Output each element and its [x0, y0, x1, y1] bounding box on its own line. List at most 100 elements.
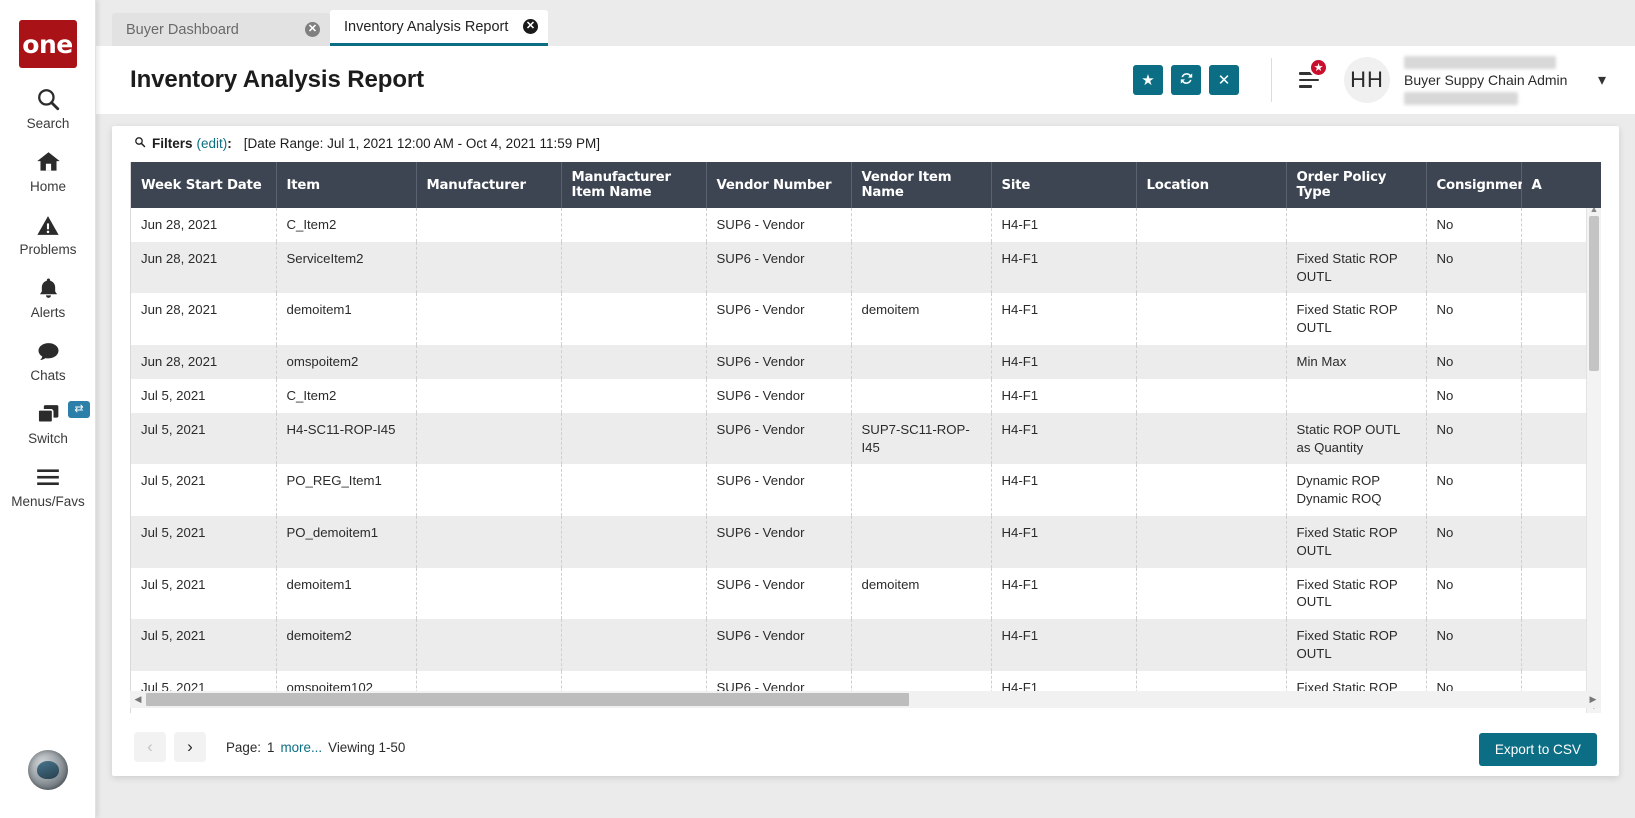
sidebar-item-label: Problems: [19, 242, 76, 257]
sidebar-item-alerts[interactable]: Alerts: [0, 274, 96, 320]
table-cell: omspoitem102: [276, 671, 416, 691]
table-cell: [851, 379, 991, 413]
table-cell: [1136, 619, 1286, 671]
table-row[interactable]: Jul 5, 2021H4-SC11-ROP-I45SUP6 - VendorS…: [131, 413, 1601, 465]
next-page-button[interactable]: ›: [174, 732, 206, 762]
table-row[interactable]: Jul 5, 2021C_Item2SUP6 - VendorH4-F1No: [131, 379, 1601, 413]
table-cell: [561, 242, 706, 294]
scroll-right-icon[interactable]: ▶: [1585, 694, 1601, 705]
sidebar-item-search[interactable]: Search: [0, 85, 96, 131]
favorite-button[interactable]: ★: [1133, 65, 1163, 95]
table-cell: Fixed Static ROP OUTL: [1286, 568, 1426, 620]
column-header-vendor-item-name[interactable]: Vendor Item Name: [851, 162, 991, 208]
table-cell: SUP6 - Vendor: [706, 619, 851, 671]
table-cell: [561, 464, 706, 516]
user-info-block: Buyer Suppy Chain Admin: [1404, 54, 1579, 106]
table-row[interactable]: Jun 28, 2021ServiceItem2SUP6 - VendorH4-…: [131, 242, 1601, 294]
close-icon[interactable]: ✕: [523, 19, 538, 34]
filters-edit-link[interactable]: (edit): [197, 136, 228, 151]
previous-page-button[interactable]: ‹: [134, 732, 166, 762]
table-row[interactable]: Jul 5, 2021demoitem1SUP6 - Vendordemoite…: [131, 568, 1601, 620]
table-cell: SUP6 - Vendor: [706, 464, 851, 516]
table-row[interactable]: Jul 5, 2021omspoitem102SUP6 - VendorH4-F…: [131, 671, 1601, 691]
table-cell: demoitem: [851, 568, 991, 620]
tab-inventory-analysis-report[interactable]: Inventory Analysis Report ✕: [330, 10, 548, 46]
table-cell: PO_demoitem1: [276, 516, 416, 568]
table-cell: [561, 516, 706, 568]
filters-bar: Filters (edit) : [Date Range: Jul 1, 202…: [112, 126, 1619, 160]
table-cell: Jun 28, 2021: [131, 208, 276, 242]
table-cell: [1136, 345, 1286, 379]
table-cell: [561, 293, 706, 345]
column-header-order-policy-type[interactable]: Order Policy Type: [1286, 162, 1426, 208]
avatar[interactable]: [28, 750, 68, 790]
grid-vertical-scrollbar[interactable]: ▲ ▼: [1586, 202, 1601, 713]
scroll-left-icon[interactable]: ◀: [130, 694, 146, 705]
sidebar-item-switch[interactable]: ⇄ Switch: [0, 400, 96, 446]
table-row[interactable]: Jun 28, 2021demoitem1SUP6 - Vendordemoit…: [131, 293, 1601, 345]
table-cell: No: [1426, 345, 1521, 379]
table-cell: Fixed Static ROP OUTL: [1286, 619, 1426, 671]
table-cell: demoitem: [851, 293, 991, 345]
sidebar-item-menus-favs[interactable]: Menus/Favs: [0, 463, 96, 509]
export-to-csv-button[interactable]: Export to CSV: [1479, 733, 1597, 766]
table-cell: SUP6 - Vendor: [706, 671, 851, 691]
table-row[interactable]: Jun 28, 2021C_Item2SUP6 - VendorH4-F1No: [131, 208, 1601, 242]
table-cell: [416, 671, 561, 691]
table-cell: H4-F1: [991, 345, 1136, 379]
table-cell: [1136, 464, 1286, 516]
notifications-menu-button[interactable]: ★: [1292, 64, 1326, 96]
more-pages-link[interactable]: more...: [280, 740, 322, 755]
column-header-site[interactable]: Site: [991, 162, 1136, 208]
column-header-item[interactable]: Item: [276, 162, 416, 208]
page-title: Inventory Analysis Report: [130, 66, 1125, 94]
table-cell: [416, 379, 561, 413]
refresh-button[interactable]: [1171, 65, 1201, 95]
tab-buyer-dashboard[interactable]: Buyer Dashboard ✕: [112, 13, 330, 46]
table-cell: SUP6 - Vendor: [706, 208, 851, 242]
table-row[interactable]: Jul 5, 2021PO_REG_Item1SUP6 - VendorH4-F…: [131, 464, 1601, 516]
table-cell: SUP6 - Vendor: [706, 568, 851, 620]
column-header-consignment[interactable]: Consignment: [1426, 162, 1521, 208]
table-row[interactable]: Jun 28, 2021omspoitem2SUP6 - VendorH4-F1…: [131, 345, 1601, 379]
table-cell: Fixed Static ROP OUTL: [1286, 293, 1426, 345]
column-header-truncated[interactable]: A: [1521, 162, 1601, 208]
sidebar-item-chats[interactable]: Chats: [0, 337, 96, 383]
swap-arrows-icon[interactable]: ⇄: [68, 401, 90, 418]
table-cell: [561, 671, 706, 691]
close-icon[interactable]: ✕: [305, 22, 320, 37]
vertical-scroll-thumb[interactable]: [1589, 216, 1599, 371]
page-number[interactable]: 1: [267, 740, 274, 755]
horizontal-scroll-thumb[interactable]: [146, 693, 909, 706]
user-avatar[interactable]: HH: [1344, 57, 1390, 103]
data-grid-scroll-area[interactable]: Week Start Date Item Manufacturer Manufa…: [131, 162, 1601, 691]
table-row[interactable]: Jul 5, 2021PO_demoitem1SUP6 - VendorH4-F…: [131, 516, 1601, 568]
chevron-down-icon[interactable]: ▾: [1583, 57, 1621, 103]
brand-logo[interactable]: one: [19, 20, 77, 68]
table-row[interactable]: Jul 5, 2021demoitem2SUP6 - VendorH4-F1Fi…: [131, 619, 1601, 671]
table-cell: [1136, 413, 1286, 465]
table-cell: [851, 671, 991, 691]
search-icon: [134, 136, 146, 151]
table-cell: PO_REG_Item1: [276, 464, 416, 516]
horizontal-scroll-track[interactable]: [146, 692, 1585, 707]
tab-bar: Buyer Dashboard ✕ Inventory Analysis Rep…: [96, 0, 1635, 46]
column-header-manufacturer-item-name[interactable]: Manufacturer Item Name: [561, 162, 706, 208]
close-button[interactable]: ✕: [1209, 65, 1239, 95]
table-cell: demoitem1: [276, 568, 416, 620]
table-cell: [1136, 379, 1286, 413]
pagination-info: Page: 1 more... Viewing 1-50: [226, 740, 405, 755]
column-header-manufacturer[interactable]: Manufacturer: [416, 162, 561, 208]
sidebar-item-problems[interactable]: Problems: [0, 211, 96, 257]
column-header-location[interactable]: Location: [1136, 162, 1286, 208]
refresh-icon: [1179, 71, 1194, 90]
table-cell: Jun 28, 2021: [131, 293, 276, 345]
chat-icon: [35, 337, 62, 365]
column-header-week-start-date[interactable]: Week Start Date: [131, 162, 276, 208]
table-cell: [1286, 208, 1426, 242]
sidebar-item-home[interactable]: Home: [0, 148, 96, 194]
column-header-vendor-number[interactable]: Vendor Number: [706, 162, 851, 208]
grid-horizontal-scrollbar[interactable]: ◀ ▶: [130, 691, 1601, 708]
table-cell: No: [1426, 242, 1521, 294]
sidebar-item-label: Alerts: [31, 305, 66, 320]
